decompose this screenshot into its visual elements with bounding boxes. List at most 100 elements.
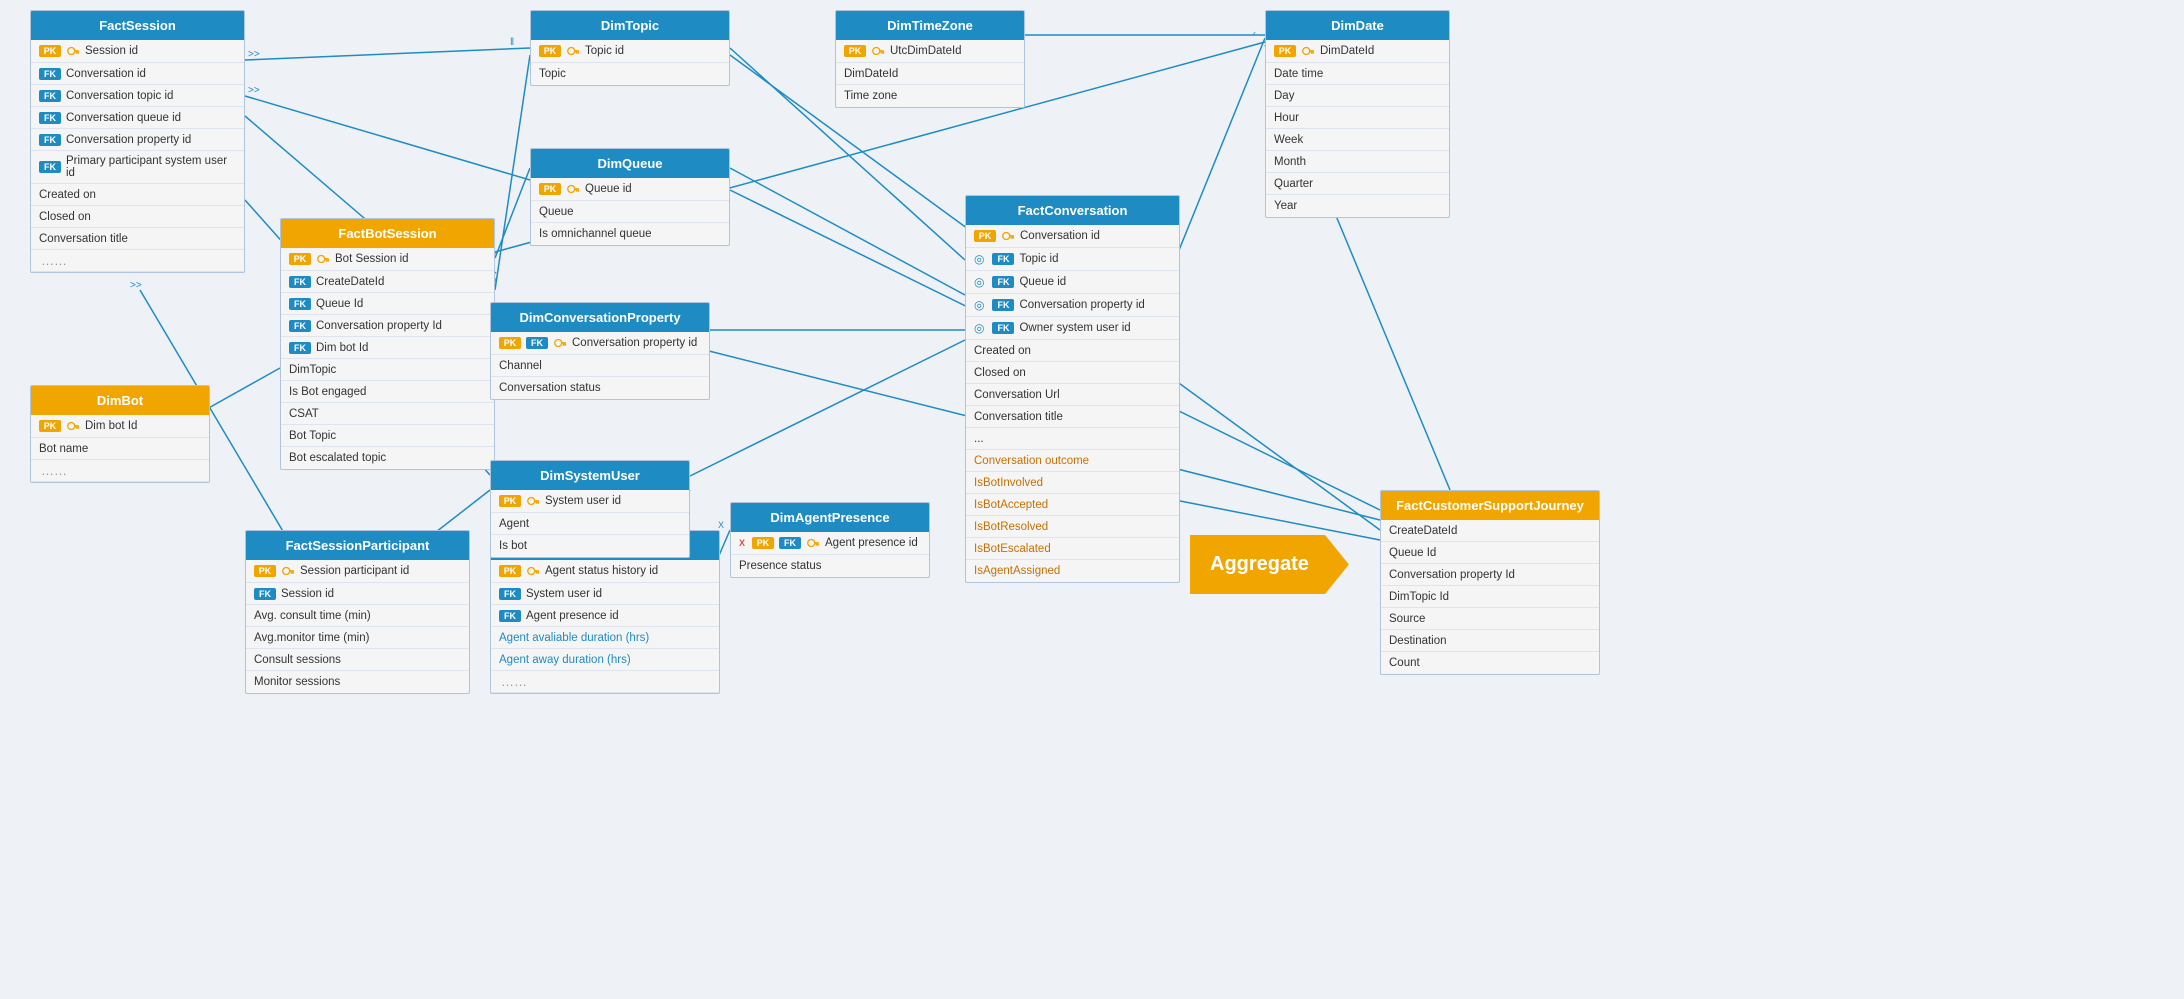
key-icon [806, 536, 820, 550]
row-avg-consult: Avg. consult time (min) [246, 605, 469, 627]
row-conv-prop-id5: Conversation property Id [1381, 564, 1599, 586]
row-owner-sys-user: ◎FKOwner system user id [966, 317, 1179, 340]
row-dim-date-id: DimDateId [836, 63, 1024, 85]
row-created-on2: Created on [966, 340, 1179, 362]
badge-pk: PK [39, 420, 61, 432]
row-agent: Agent [491, 513, 689, 535]
row-month: Month [1266, 151, 1449, 173]
row-utc-dim-date-id: PK UtcDimDateId [836, 40, 1024, 63]
entity-dimDate: DimDate PK DimDateId Date time Day Hour … [1265, 10, 1450, 218]
badge-fk: FK [289, 342, 311, 354]
badge-pk: PK [539, 45, 561, 57]
row-is-bot-resolved: IsBotResolved [966, 516, 1179, 538]
badge-fk: FK [992, 276, 1014, 288]
row-create-date-id2: CreateDateId [1381, 520, 1599, 542]
row-consult-sessions: Consult sessions [246, 649, 469, 671]
badge-fk: FK [39, 112, 61, 124]
key-icon [526, 564, 540, 578]
row-presence-status: Presence status [731, 555, 929, 577]
row-agent-presence-id: FKAgent presence id [491, 605, 719, 627]
row-conversation-id: PK Conversation id [966, 225, 1179, 248]
row-agent-away-dur: Agent away duration (hrs) [491, 649, 719, 671]
entity-dimAgentPresence-header: DimAgentPresence [731, 503, 929, 532]
row-day: Day [1266, 85, 1449, 107]
row-agent-status-hist-id: PK Agent status history id [491, 560, 719, 583]
row-quarter: Quarter [1266, 173, 1449, 195]
badge-pk: PK [289, 253, 311, 265]
row-queue-id3: ◎FKQueue id [966, 271, 1179, 294]
entity-dimBot-header: DimBot [31, 386, 209, 415]
entity-factBotSession: FactBotSession PK Bot Session id FKCreat… [280, 218, 495, 470]
entity-dimConversationProperty: DimConversationProperty PK FK Conversati… [490, 302, 710, 400]
row-queue-id: FKQueue Id [281, 293, 494, 315]
row-primary-participant: FK Primary participant system user id [31, 151, 244, 184]
row-conv-queue-id: FK Conversation queue id [31, 107, 244, 129]
row-conv-prop-id3: PK FK Conversation property id [491, 332, 709, 355]
row-system-user-id: FKSystem user id [491, 583, 719, 605]
key-icon [316, 252, 330, 266]
row-is-bot: Is bot [491, 535, 689, 557]
svg-text:>>: >> [130, 280, 142, 291]
row-conv-prop-id2: FKConversation property Id [281, 315, 494, 337]
row-count: Count [1381, 652, 1599, 674]
badge-fk: FK [289, 320, 311, 332]
row-conv-status: Conversation status [491, 377, 709, 399]
badge-pk: PK [254, 565, 276, 577]
row-channel: Channel [491, 355, 709, 377]
entity-factCustomerSupportJourney-header: FactCustomerSupportJourney [1381, 491, 1599, 520]
key-icon [566, 182, 580, 196]
row-created-on: Created on [31, 184, 244, 206]
badge-fk: FK [39, 90, 61, 102]
key-icon [566, 44, 580, 58]
badge-fk: FK [254, 588, 276, 600]
row-session-participant-id: PK Session participant id [246, 560, 469, 583]
entity-dimTopic-header: DimTopic [531, 11, 729, 40]
row-csat: CSAT [281, 403, 494, 425]
key-icon [871, 44, 885, 58]
entity-factCustomerSupportJourney: FactCustomerSupportJourney CreateDateId … [1380, 490, 1600, 675]
svg-text:X: X [718, 520, 724, 530]
svg-text:>>: >> [248, 85, 260, 96]
entity-dimTopic: DimTopic PK Topic id Topic [530, 10, 730, 86]
entity-factSessionParticipant: FactSessionParticipant PK Session partic… [245, 530, 470, 694]
entity-factSession-header: FactSession [31, 11, 244, 40]
row-avg-monitor: Avg.monitor time (min) [246, 627, 469, 649]
aggregate-label: Aggregate [1190, 535, 1349, 594]
row-conv-outcome: Conversation outcome [966, 450, 1179, 472]
row-dim-bot-id: PK Dim bot Id [31, 415, 209, 438]
badge-pk: PK [752, 537, 774, 549]
row-is-omnichannel: Is omnichannel queue [531, 223, 729, 245]
key-icon [66, 419, 80, 433]
row-hour: Hour [1266, 107, 1449, 129]
row-conv-title: Conversation title [31, 228, 244, 250]
row-dim-bot-id2: FKDim bot Id [281, 337, 494, 359]
row-bot-topic: Bot Topic [281, 425, 494, 447]
entity-dimAgentPresence: DimAgentPresence X PK FK Agent presence … [730, 502, 930, 578]
row-separator: …… [31, 250, 244, 272]
aggregate-arrow: Aggregate [1190, 535, 1349, 594]
badge-pk: PK [974, 230, 996, 242]
row-system-user-id2: PK System user id [491, 490, 689, 513]
row-dimtopic: DimTopic [281, 359, 494, 381]
row-conv-url: Conversation Url [966, 384, 1179, 406]
row-year: Year [1266, 195, 1449, 217]
row-bot-escalated-topic: Bot escalated topic [281, 447, 494, 469]
badge-pk: PK [539, 183, 561, 195]
badge-fk: FK [39, 68, 61, 80]
entity-dimDate-header: DimDate [1266, 11, 1449, 40]
row-is-bot-accepted: IsBotAccepted [966, 494, 1179, 516]
entity-dimSystemUser: DimSystemUser PK System user id Agent Is… [490, 460, 690, 558]
row-is-agent-assigned: IsAgentAssigned [966, 560, 1179, 582]
row-conv-title2: Conversation title [966, 406, 1179, 428]
entity-dimQueue-header: DimQueue [531, 149, 729, 178]
row-queue-id4: Queue Id [1381, 542, 1599, 564]
svg-text:‹: ‹ [1253, 28, 1256, 38]
badge-fk: FK [289, 298, 311, 310]
row-week: Week [1266, 129, 1449, 151]
row-session-id: PK Session id [31, 40, 244, 63]
row-conv-prop-id: FK Conversation property id [31, 129, 244, 151]
key-icon [281, 564, 295, 578]
row-closed-on2: Closed on [966, 362, 1179, 384]
row-conv-topic-id: FK Conversation topic id [31, 85, 244, 107]
svg-text:>>: >> [248, 49, 260, 60]
